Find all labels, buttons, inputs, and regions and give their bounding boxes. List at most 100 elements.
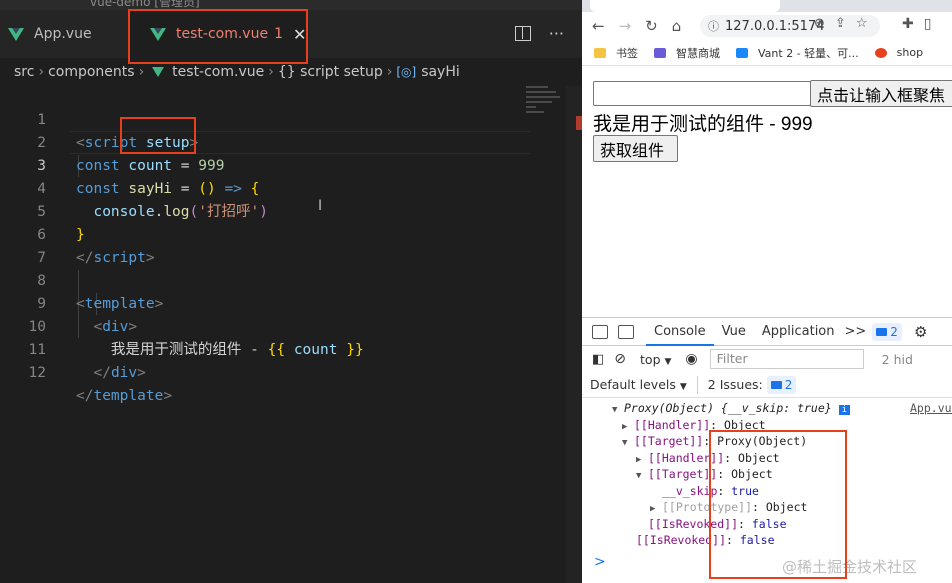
bookmarks-bar: 书签 智慧商城 Vant 2 - 轻量、可... shop [582, 40, 952, 66]
log-line[interactable]: ▼Proxy(Object) {__v_skip: true} iApp.vue [582, 400, 952, 417]
text-input[interactable] [593, 81, 811, 106]
code-line: 4 console.log('打招呼') [0, 155, 566, 220]
web-page: 点击让输入框聚焦 我是用于测试的组件 - 999 获取组件 [582, 67, 952, 317]
info-icon[interactable]: ⓘ [708, 18, 719, 34]
clear-console-icon[interactable]: ⊘ [614, 351, 626, 367]
filter-input[interactable]: Filter [709, 349, 864, 369]
message-icon [876, 327, 888, 336]
folder-icon [594, 47, 606, 58]
get-component-button[interactable]: 获取组件 [593, 135, 678, 162]
window-title: vue-demo [管理员] [90, 0, 200, 9]
home-icon[interactable]: ⌂ [672, 17, 682, 35]
reload-icon[interactable]: ↻ [645, 17, 658, 35]
editor-tab-bar: App.vue test-com.vue 1 ✕ ··· [0, 10, 582, 58]
levels-dropdown[interactable]: Default levels ▼ [590, 377, 687, 392]
code-line: 12 </template> [0, 339, 566, 404]
variable-icon: [◎] [396, 65, 417, 79]
code-area[interactable]: 1 <script setup> 2 const count = 999 3 c… [0, 86, 566, 404]
close-icon[interactable]: ✕ [293, 25, 306, 44]
minimap[interactable] [526, 86, 566, 122]
log-line[interactable]: ▶ [[Handler]]: Object [582, 417, 952, 434]
console-output: ▼Proxy(Object) {__v_skip: true} iApp.vue… [582, 400, 952, 549]
breadcrumb-file[interactable]: test-com.vue [172, 64, 264, 80]
console-toolbar: ◧ ⊘ top ▼ ◉ Filter 2 hid [582, 346, 952, 372]
share-icon[interactable]: ⇪ [835, 16, 846, 31]
vue-file-icon [150, 27, 166, 41]
message-icon [770, 380, 782, 389]
more-tabs-button[interactable]: >> [843, 318, 869, 346]
sidebar-toggle-icon[interactable]: ◧ [592, 352, 604, 367]
watermark: @稀土掘金技术社区 [782, 558, 918, 576]
address-bar-actions: ⊕ ⇪ ☆ [814, 16, 867, 31]
tab-app-vue[interactable]: App.vue [0, 10, 128, 58]
devtools-tabs: Console Vue Application >> 2 ⚙ [582, 318, 952, 346]
component-text: 我是用于测试的组件 - 999 [593, 114, 813, 135]
code-line: 6 </script> [0, 201, 566, 266]
focus-input-button[interactable]: 点击让输入框聚焦 [810, 80, 952, 107]
gear-icon[interactable]: ⚙ [914, 323, 927, 341]
source-link[interactable]: App.vue [910, 400, 952, 417]
breadcrumb-components[interactable]: components [48, 64, 135, 80]
zoom-icon[interactable]: ⊕ [814, 16, 825, 31]
bookmark-item[interactable]: 智慧商城 [654, 45, 720, 61]
issues-count-badge: 2 [766, 375, 797, 394]
code-line: 8 <template> [0, 247, 566, 312]
forward-icon[interactable]: → [619, 17, 632, 35]
eye-icon[interactable]: ◉ [685, 351, 697, 367]
code-line: 5 } [0, 178, 566, 243]
tab-test-com-vue[interactable]: test-com.vue 1 ✕ [128, 10, 308, 58]
code-editor: vue-demo [管理员] App.vue test-com.vue 1 ✕ … [0, 0, 582, 583]
bookmark-item[interactable]: Vant 2 - 轻量、可... [736, 45, 859, 61]
more-actions-icon[interactable]: ··· [549, 24, 564, 43]
device-toolbar-icon[interactable] [618, 324, 634, 339]
split-editor-icon[interactable] [514, 26, 531, 41]
tab-console[interactable]: Console [646, 318, 714, 346]
vue-file-icon [152, 67, 165, 77]
breadcrumb-src[interactable]: src [14, 64, 34, 80]
log-line[interactable]: ▶ [[Prototype]]: Object [582, 499, 952, 516]
editor-actions: ··· [514, 24, 564, 43]
log-line[interactable]: ▼ [[Target]]: Proxy(Object) [582, 433, 952, 450]
bookmark-star-icon[interactable]: ☆ [856, 16, 868, 31]
log-line: __v_skip: true [662, 483, 759, 498]
code-line: 3 const sayHi = () => { [0, 132, 566, 197]
line-number: 12 [28, 365, 46, 381]
site-favicon-icon [654, 47, 666, 58]
bookmark-item[interactable]: 书签 [594, 45, 638, 61]
context-selector[interactable]: top ▼ [640, 352, 671, 367]
sidebar-icon[interactable]: ▯ [924, 16, 932, 32]
issues-link[interactable]: 2 Issues: 2 [696, 375, 797, 394]
extensions-icon[interactable]: ✚ [902, 16, 914, 32]
log-line[interactable]: ▶ [[Handler]]: Object [582, 450, 952, 467]
code-line: 2 const count = 999 [0, 109, 566, 174]
extension-area: ✚ ▯ [902, 16, 931, 32]
log-line: [[IsRevoked]]: false [648, 516, 787, 531]
breadcrumb-sayhi[interactable]: sayHi [421, 64, 460, 80]
chevron-down-icon: ▼ [679, 382, 687, 392]
tab-application[interactable]: Application [754, 318, 843, 346]
chevron-right-icon: › [138, 64, 145, 80]
code-text: </div> [93, 365, 146, 381]
issues-badge[interactable]: 2 [872, 322, 902, 341]
browser-window: ← → ↻ ⌂ ⓘ 127.0.0.1:5174 ⊕ ⇪ ☆ ✚ ▯ 书签 智慧… [582, 0, 952, 583]
tab-vue[interactable]: Vue [714, 318, 754, 346]
breadcrumb-script-setup[interactable]: {} script setup [278, 64, 383, 80]
back-icon[interactable]: ← [592, 17, 605, 35]
browser-tab[interactable] [590, 0, 780, 12]
text-cursor-icon: I [318, 198, 323, 214]
vue-file-icon [8, 27, 24, 41]
site-favicon-icon [736, 47, 748, 58]
code-line: 1 <script setup> [0, 86, 566, 151]
log-line[interactable]: ▼ [[Target]]: Object [582, 466, 952, 483]
code-line: 11 </div> [0, 316, 566, 381]
code-line: 7 [0, 224, 566, 266]
log-line: [[IsRevoked]]: false [636, 533, 775, 547]
bookmark-item[interactable]: shop [874, 46, 923, 59]
info-icon: i [838, 405, 851, 415]
code-line: 9 <div> [0, 270, 566, 335]
console-prompt[interactable]: > [594, 554, 606, 570]
editor-scrollbar[interactable] [566, 86, 582, 583]
problem-count-badge: 1 [274, 26, 283, 42]
inspect-element-icon[interactable] [592, 324, 608, 339]
code-text: </template> [76, 388, 173, 404]
